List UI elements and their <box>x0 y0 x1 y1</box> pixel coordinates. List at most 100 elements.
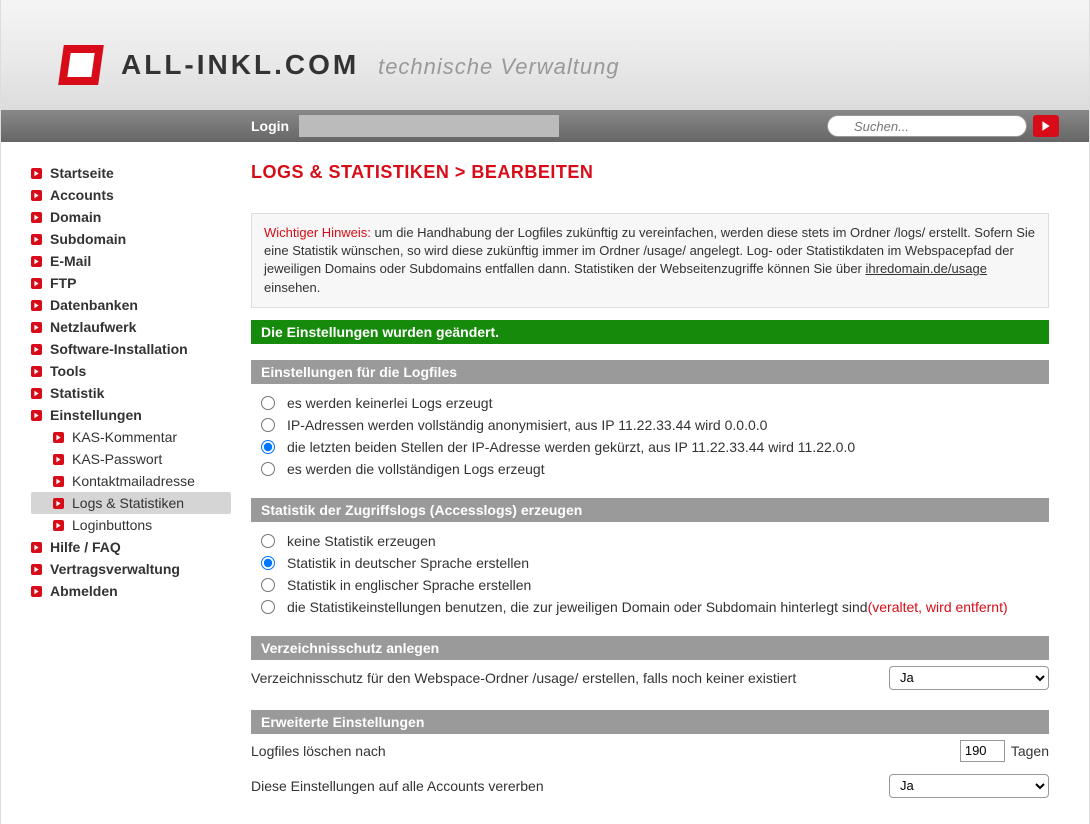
arrow-icon <box>31 278 42 289</box>
notice-box: Wichtiger Hinweis: um die Handhabung der… <box>251 213 1049 308</box>
sidebar-item-label[interactable]: Subdomain <box>50 231 126 247</box>
sidebar-item[interactable]: Software-Installation <box>31 338 231 360</box>
arrow-icon <box>31 234 42 245</box>
search-button[interactable] <box>1033 115 1059 137</box>
arrow-icon <box>31 256 42 267</box>
sidebar-item[interactable]: Netzlaufwerk <box>31 316 231 338</box>
arrow-icon <box>31 366 42 377</box>
breadcrumb: LOGS & STATISTIKEN > BEARBEITEN <box>251 162 1049 183</box>
sidebar-item-label[interactable]: Hilfe / FAQ <box>50 539 121 555</box>
sidebar-item[interactable]: Tools <box>31 360 231 382</box>
arrow-icon <box>53 520 64 531</box>
sidebar-item[interactable]: Hilfe / FAQ <box>31 536 231 558</box>
brand-name: ALL-INKL.COM technische Verwaltung <box>121 49 620 81</box>
section-stats-head: Statistik der Zugriffslogs (Accesslogs) … <box>251 498 1049 522</box>
radio-input[interactable] <box>261 418 275 432</box>
sidebar-item[interactable]: KAS-Passwort <box>31 448 231 470</box>
arrow-icon <box>53 476 64 487</box>
radio-label: IP-Adressen werden vollständig anonymisi… <box>287 417 767 433</box>
arrow-icon <box>31 168 42 179</box>
sidebar-item-label[interactable]: Kontaktmailadresse <box>72 473 195 489</box>
sidebar-item-label[interactable]: Tools <box>50 363 86 379</box>
sidebar-item-label[interactable]: Statistik <box>50 385 104 401</box>
section-stats-options: keine Statistik erzeugen Statistik in deu… <box>251 522 1049 622</box>
delete-after-input[interactable] <box>960 740 1005 762</box>
dirprotect-label: Verzeichnisschutz für den Webspace-Ordne… <box>251 670 889 686</box>
sidebar-item-label[interactable]: Accounts <box>50 187 114 203</box>
sidebar-item-label[interactable]: KAS-Passwort <box>72 451 162 467</box>
section-dirprotect-head: Verzeichnisschutz anlegen <box>251 636 1049 660</box>
sidebar-item-label[interactable]: Startseite <box>50 165 114 181</box>
radio-input[interactable] <box>261 578 275 592</box>
login-user-redacted <box>299 115 559 137</box>
inherit-select[interactable]: Ja <box>889 774 1049 798</box>
radio-label: die letzten beiden Stellen der IP-Adress… <box>287 439 855 455</box>
login-label: Login <box>251 118 289 134</box>
sidebar-item-label[interactable]: Einstellungen <box>50 407 142 423</box>
sidebar-item-label[interactable]: Datenbanken <box>50 297 138 313</box>
radio-option[interactable]: es werden die vollständigen Logs erzeugt <box>261 458 1049 480</box>
radio-input[interactable] <box>261 556 275 570</box>
sidebar-item[interactable]: Einstellungen <box>31 404 231 426</box>
radio-input[interactable] <box>261 600 275 614</box>
sidebar-item-label[interactable]: E-Mail <box>50 253 91 269</box>
arrow-icon <box>31 322 42 333</box>
brand-slogan: technische Verwaltung <box>378 54 620 79</box>
radio-label: es werden keinerlei Logs erzeugt <box>287 395 492 411</box>
arrow-icon <box>31 212 42 223</box>
sidebar-item[interactable]: KAS-Kommentar <box>31 426 231 448</box>
sidebar-item-label[interactable]: Vertragsverwaltung <box>50 561 180 577</box>
site-header: ALL-INKL.COM technische Verwaltung <box>1 0 1089 110</box>
sidebar-item[interactable]: Abmelden <box>31 580 231 602</box>
sidebar-item[interactable]: Accounts <box>31 184 231 206</box>
radio-input[interactable] <box>261 440 275 454</box>
sidebar-item-label[interactable]: Domain <box>50 209 101 225</box>
sidebar-item-label[interactable]: Logs & Statistiken <box>72 495 184 511</box>
sidebar-item-label[interactable]: KAS-Kommentar <box>72 429 177 445</box>
deprecated-note: (veraltet, wird entfernt) <box>868 599 1008 615</box>
arrow-icon <box>31 388 42 399</box>
dirprotect-row: Verzeichnisschutz für den Webspace-Ordne… <box>251 660 1049 696</box>
arrow-icon <box>31 300 42 311</box>
radio-option[interactable]: keine Statistik erzeugen <box>261 530 1049 552</box>
sidebar-item[interactable]: Vertragsverwaltung <box>31 558 231 580</box>
sidebar-item[interactable]: Startseite <box>31 162 231 184</box>
radio-option[interactable]: Statistik in englischer Sprache erstelle… <box>261 574 1049 596</box>
sidebar-item[interactable]: Domain <box>31 206 231 228</box>
sidebar-item-label[interactable]: Netzlaufwerk <box>50 319 136 335</box>
radio-option[interactable]: die Statistikeinstellungen benutzen, die… <box>261 596 1049 618</box>
notice-link[interactable]: ihredomain.de/usage <box>866 261 987 276</box>
arrow-icon <box>31 344 42 355</box>
section-logfiles-head: Einstellungen für die Logfiles <box>251 360 1049 384</box>
arrow-icon <box>31 410 42 421</box>
sidebar-item[interactable]: Statistik <box>31 382 231 404</box>
sidebar-item-label[interactable]: Loginbuttons <box>72 517 152 533</box>
sidebar-item[interactable]: Subdomain <box>31 228 231 250</box>
section-logfiles-options: es werden keinerlei Logs erzeugt IP-Adres… <box>251 384 1049 484</box>
radio-label: Statistik in deutscher Sprache erstellen <box>287 555 529 571</box>
sidebar: Startseite Accounts Domain Subdomain E-Mail F… <box>1 142 231 824</box>
radio-option[interactable]: IP-Adressen werden vollständig anonymisi… <box>261 414 1049 436</box>
radio-option[interactable]: die letzten beiden Stellen der IP-Adress… <box>261 436 1049 458</box>
delete-after-row: Logfiles löschen nach Tagen <box>251 734 1049 768</box>
sidebar-item[interactable]: FTP <box>31 272 231 294</box>
radio-option[interactable]: Statistik in deutscher Sprache erstellen <box>261 552 1049 574</box>
sidebar-item[interactable]: Kontaktmailadresse <box>31 470 231 492</box>
search-input[interactable] <box>827 115 1027 137</box>
notice-text2: einsehen. <box>264 280 320 295</box>
dirprotect-select[interactable]: Ja <box>889 666 1049 690</box>
radio-option[interactable]: es werden keinerlei Logs erzeugt <box>261 392 1049 414</box>
radio-label: es werden die vollständigen Logs erzeugt <box>287 461 545 477</box>
sidebar-item-label[interactable]: Software-Installation <box>50 341 188 357</box>
radio-input[interactable] <box>261 462 275 476</box>
top-bar: Login <box>1 110 1089 142</box>
radio-input[interactable] <box>261 534 275 548</box>
sidebar-item-label[interactable]: Abmelden <box>50 583 118 599</box>
sidebar-item[interactable]: Logs & Statistiken <box>31 492 231 514</box>
arrow-icon <box>31 564 42 575</box>
sidebar-item-label[interactable]: FTP <box>50 275 76 291</box>
radio-input[interactable] <box>261 396 275 410</box>
sidebar-item[interactable]: E-Mail <box>31 250 231 272</box>
sidebar-item[interactable]: Loginbuttons <box>31 514 231 536</box>
sidebar-item[interactable]: Datenbanken <box>31 294 231 316</box>
